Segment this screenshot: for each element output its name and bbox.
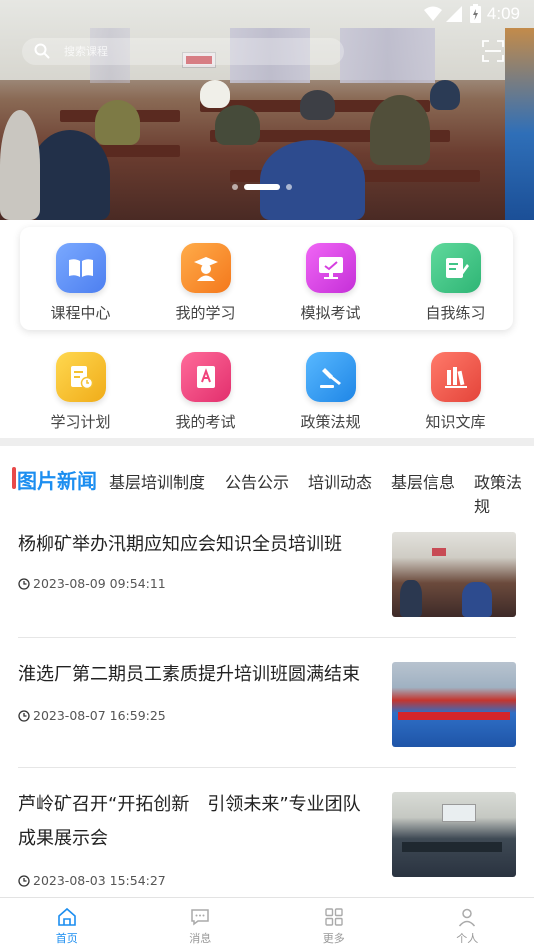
search-placeholder: 搜索课程 (64, 45, 108, 58)
news-item[interactable]: 芦岭矿召开“开拓创新 引领未来”专业团队成果展示会 2023-08-03 15:… (18, 788, 516, 893)
nav-home[interactable]: 首页 (0, 898, 134, 950)
menu-label: 我的考试 (175, 413, 236, 431)
menu-policy-regulations[interactable]: 政策法规 (268, 352, 393, 432)
banner-photo-person (30, 130, 110, 220)
menu-label: 自我练习 (425, 304, 486, 322)
menu-mock-exam[interactable]: 模拟考试 (268, 243, 393, 323)
menu-self-practice[interactable]: 自我练习 (393, 243, 518, 323)
news-thumbnail (392, 792, 516, 877)
nav-profile[interactable]: 个人 (401, 898, 534, 950)
banner-photo-person (215, 105, 260, 145)
banner-photo-person (300, 90, 335, 120)
bottom-navigation: 首页 消息 更多 个人 (0, 897, 534, 950)
news-title: 杨柳矿举办汛期应知应会知识全员培训班 (18, 534, 342, 555)
menu-my-exam[interactable]: 我的考试 (143, 352, 268, 432)
banner-photo-person (430, 80, 460, 110)
active-tab-marker (12, 467, 16, 489)
news-separator (18, 637, 516, 638)
news-separator (18, 767, 516, 768)
clock-icon (18, 577, 30, 590)
menu-label: 课程中心 (50, 304, 111, 322)
menu-label: 学习计划 (50, 413, 111, 431)
banner-photo-curtain (340, 28, 435, 83)
clock-icon (18, 874, 30, 887)
nav-label: 更多 (322, 932, 345, 945)
news-time-text: 2023-08-07 16:59:25 (33, 708, 166, 723)
section-divider (0, 438, 534, 446)
news-time: 2023-08-03 15:54:27 (18, 873, 166, 888)
menu-course-center[interactable]: 课程中心 (18, 243, 143, 323)
banner-photo-person (260, 140, 365, 220)
menu-label: 政策法规 (300, 413, 361, 431)
news-title: 芦岭矿召开“开拓创新 引领未来”专业团队成果展示会 (18, 794, 361, 849)
graduate-icon (180, 243, 231, 293)
banner-photo-person (370, 95, 430, 165)
monitor-icon (305, 243, 356, 293)
menu-label: 我的学习 (175, 304, 236, 322)
tab-picture-news[interactable]: 图片新闻 (17, 465, 97, 494)
news-thumbnail (392, 662, 516, 747)
clock-icon (18, 709, 30, 722)
carousel-dot (286, 184, 292, 190)
wifi-icon (424, 6, 442, 21)
scan-icon[interactable] (482, 40, 504, 62)
banner-photo-person (95, 100, 140, 145)
menu-label: 模拟考试 (300, 304, 361, 322)
news-item[interactable]: 淮选厂第二期员工素质提升培训班圆满结束 2023-08-07 16:59:25 (18, 658, 516, 758)
quick-menu-row-2: 学习计划 我的考试 政策法规 知识文库 (18, 352, 518, 432)
banner-next-slide-peek (505, 28, 534, 220)
quick-menu-row-1: 课程中心 我的学习 模拟考试 自我练习 (18, 243, 518, 323)
home-icon (57, 907, 76, 926)
menu-label: 知识文库 (425, 413, 486, 431)
tab-grassroots-info[interactable]: 基层信息 (391, 469, 455, 493)
nav-label: 个人 (456, 932, 479, 945)
tab-training-news[interactable]: 培训动态 (308, 469, 372, 493)
message-icon (191, 909, 209, 926)
menu-my-learning[interactable]: 我的学习 (143, 243, 268, 323)
news-time: 2023-08-09 09:54:11 (18, 576, 166, 591)
carousel-dot-active (244, 184, 280, 190)
banner-photo-person (0, 110, 40, 220)
nav-messages[interactable]: 消息 (134, 898, 268, 950)
tab-announcements[interactable]: 公告公示 (225, 469, 289, 493)
nav-more[interactable]: 更多 (267, 898, 401, 950)
menu-knowledge-library[interactable]: 知识文库 (393, 352, 518, 432)
tab-policy-regulations[interactable]: 政策法规 (474, 469, 534, 517)
carousel-indicator (232, 183, 292, 191)
status-time: 4:09 (486, 4, 520, 23)
news-time: 2023-08-07 16:59:25 (18, 708, 166, 723)
news-thumbnail (392, 532, 516, 617)
news-time-text: 2023-08-03 15:54:27 (33, 873, 166, 888)
nav-label: 消息 (189, 932, 212, 945)
menu-study-plan[interactable]: 学习计划 (18, 352, 143, 432)
plan-icon (55, 352, 106, 402)
user-icon (459, 908, 476, 927)
search-input[interactable]: 搜索课程 (22, 38, 344, 65)
banner-carousel[interactable] (0, 0, 534, 220)
banner-photo-person (200, 80, 230, 108)
news-item[interactable]: 杨柳矿举办汛期应知应会知识全员培训班 2023-08-09 09:54:11 (18, 528, 516, 628)
carousel-dot (232, 184, 238, 190)
gavel-icon (305, 352, 356, 402)
library-icon (430, 352, 481, 402)
search-icon (34, 43, 50, 59)
exam-doc-icon (180, 352, 231, 402)
status-bar: 4:09 (0, 0, 534, 28)
edit-note-icon (430, 243, 481, 293)
battery-icon (470, 4, 481, 23)
news-title: 淮选厂第二期员工素质提升培训班圆满结束 (18, 664, 360, 685)
signal-icon (446, 6, 462, 22)
book-icon (55, 243, 106, 293)
grid-icon (325, 908, 343, 926)
news-time-text: 2023-08-09 09:54:11 (33, 576, 166, 591)
tab-grassroots-training-system[interactable]: 基层培训制度 (109, 469, 205, 493)
nav-label: 首页 (55, 932, 78, 945)
